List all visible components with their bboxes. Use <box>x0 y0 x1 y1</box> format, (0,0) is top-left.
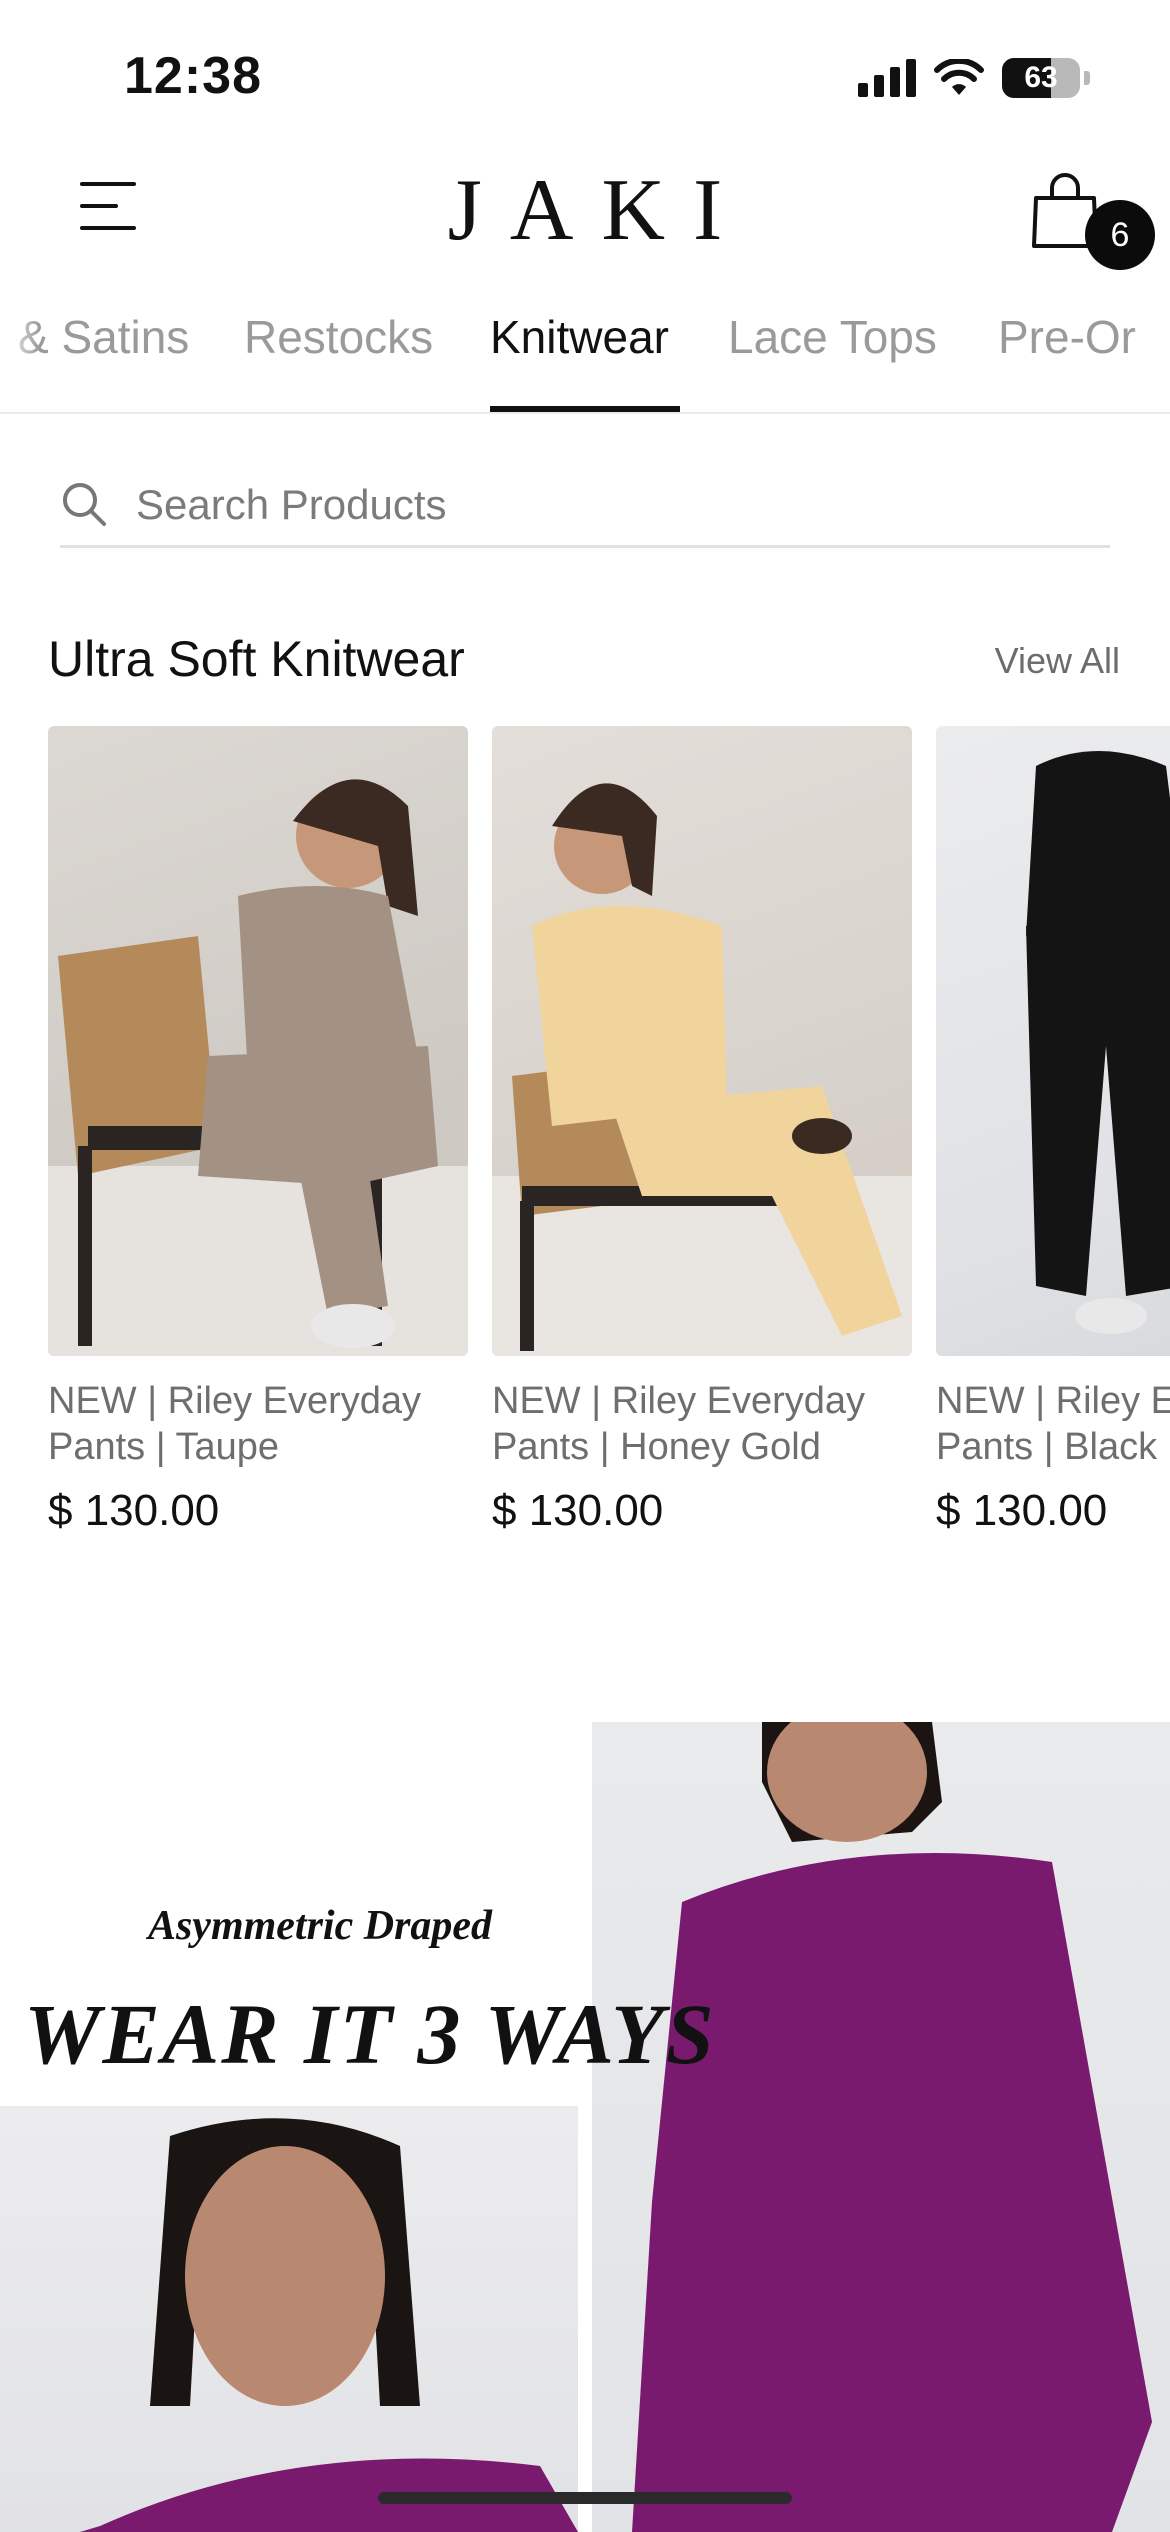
home-indicator[interactable] <box>378 2492 792 2504</box>
search-input[interactable] <box>136 470 1096 540</box>
banner-title: WEAR IT 3 WAYS <box>24 1986 716 2082</box>
product-photo-black <box>1026 751 1170 1334</box>
tab-satins[interactable]: & Satins <box>18 310 189 364</box>
product-title[interactable]: NEW | Riley Everyday Pants | Honey Gold <box>492 1378 922 1470</box>
model-photo-right <box>632 1722 1152 2532</box>
product-price: $ 130.00 <box>48 1486 220 1535</box>
product-card[interactable]: NEW | Riley Everyday Pants | Black $ 130… <box>936 726 1170 1546</box>
promo-banner[interactable]: Asymmetric Draped WEAR IT 3 WAYS <box>0 1722 1170 2532</box>
tab-knitwear[interactable]: Knitwear <box>490 310 669 364</box>
tab-lace-tops[interactable]: Lace Tops <box>728 310 937 364</box>
banner-photo-right <box>592 1722 1170 2532</box>
product-image[interactable] <box>936 726 1170 1356</box>
banner-photo-left <box>0 2106 578 2532</box>
tabs-fade-right <box>1130 290 1170 412</box>
search-icon <box>63 483 106 526</box>
tab-restocks[interactable]: Restocks <box>244 310 433 364</box>
product-title[interactable]: NEW | Riley Everyday Pants | Black <box>936 1378 1170 1470</box>
view-all-link[interactable]: View All <box>995 640 1120 682</box>
battery-level: 63 <box>1024 61 1058 94</box>
product-image[interactable] <box>492 726 912 1356</box>
battery-cap <box>1084 71 1090 85</box>
product-image[interactable] <box>48 726 468 1356</box>
tab-pre-order[interactable]: Pre-Or <box>998 310 1136 364</box>
battery-icon: 63 <box>1002 58 1080 98</box>
product-photo-taupe <box>48 779 468 1356</box>
status-time: 12:38 <box>124 47 262 105</box>
product-card[interactable]: NEW | Riley Everyday Pants | Honey Gold … <box>492 726 912 1546</box>
app-header: JAKI <box>0 150 1170 270</box>
product-carousel[interactable]: NEW | Riley Everyday Pants | Taupe $ 130… <box>0 726 1170 1556</box>
wifi-icon <box>934 59 984 95</box>
model-photo-left <box>80 2118 578 2532</box>
product-title[interactable]: NEW | Riley Everyday Pants | Taupe <box>48 1378 478 1470</box>
product-photo-honey-gold <box>492 783 912 1356</box>
product-price: $ 130.00 <box>936 1486 1108 1535</box>
active-tab-indicator <box>490 406 680 412</box>
search-bar <box>60 470 1110 548</box>
status-bar: 12:38 63 <box>0 0 1170 150</box>
status-icons: 63 <box>858 56 1090 100</box>
cellular-signal-icon <box>858 59 916 97</box>
section-title: Ultra Soft Knitwear <box>48 631 465 687</box>
tabs-fade-left <box>0 290 40 412</box>
category-tabs: & Satins Restocks Knitwear Lace Tops Pre… <box>0 290 1170 414</box>
banner-subtitle: Asymmetric Draped <box>147 1903 493 1949</box>
cart-count-badge: 6 <box>1085 200 1155 270</box>
product-card[interactable]: NEW | Riley Everyday Pants | Taupe $ 130… <box>48 726 468 1546</box>
brand-logo[interactable]: JAKI <box>0 160 1170 261</box>
product-price: $ 130.00 <box>492 1486 664 1535</box>
